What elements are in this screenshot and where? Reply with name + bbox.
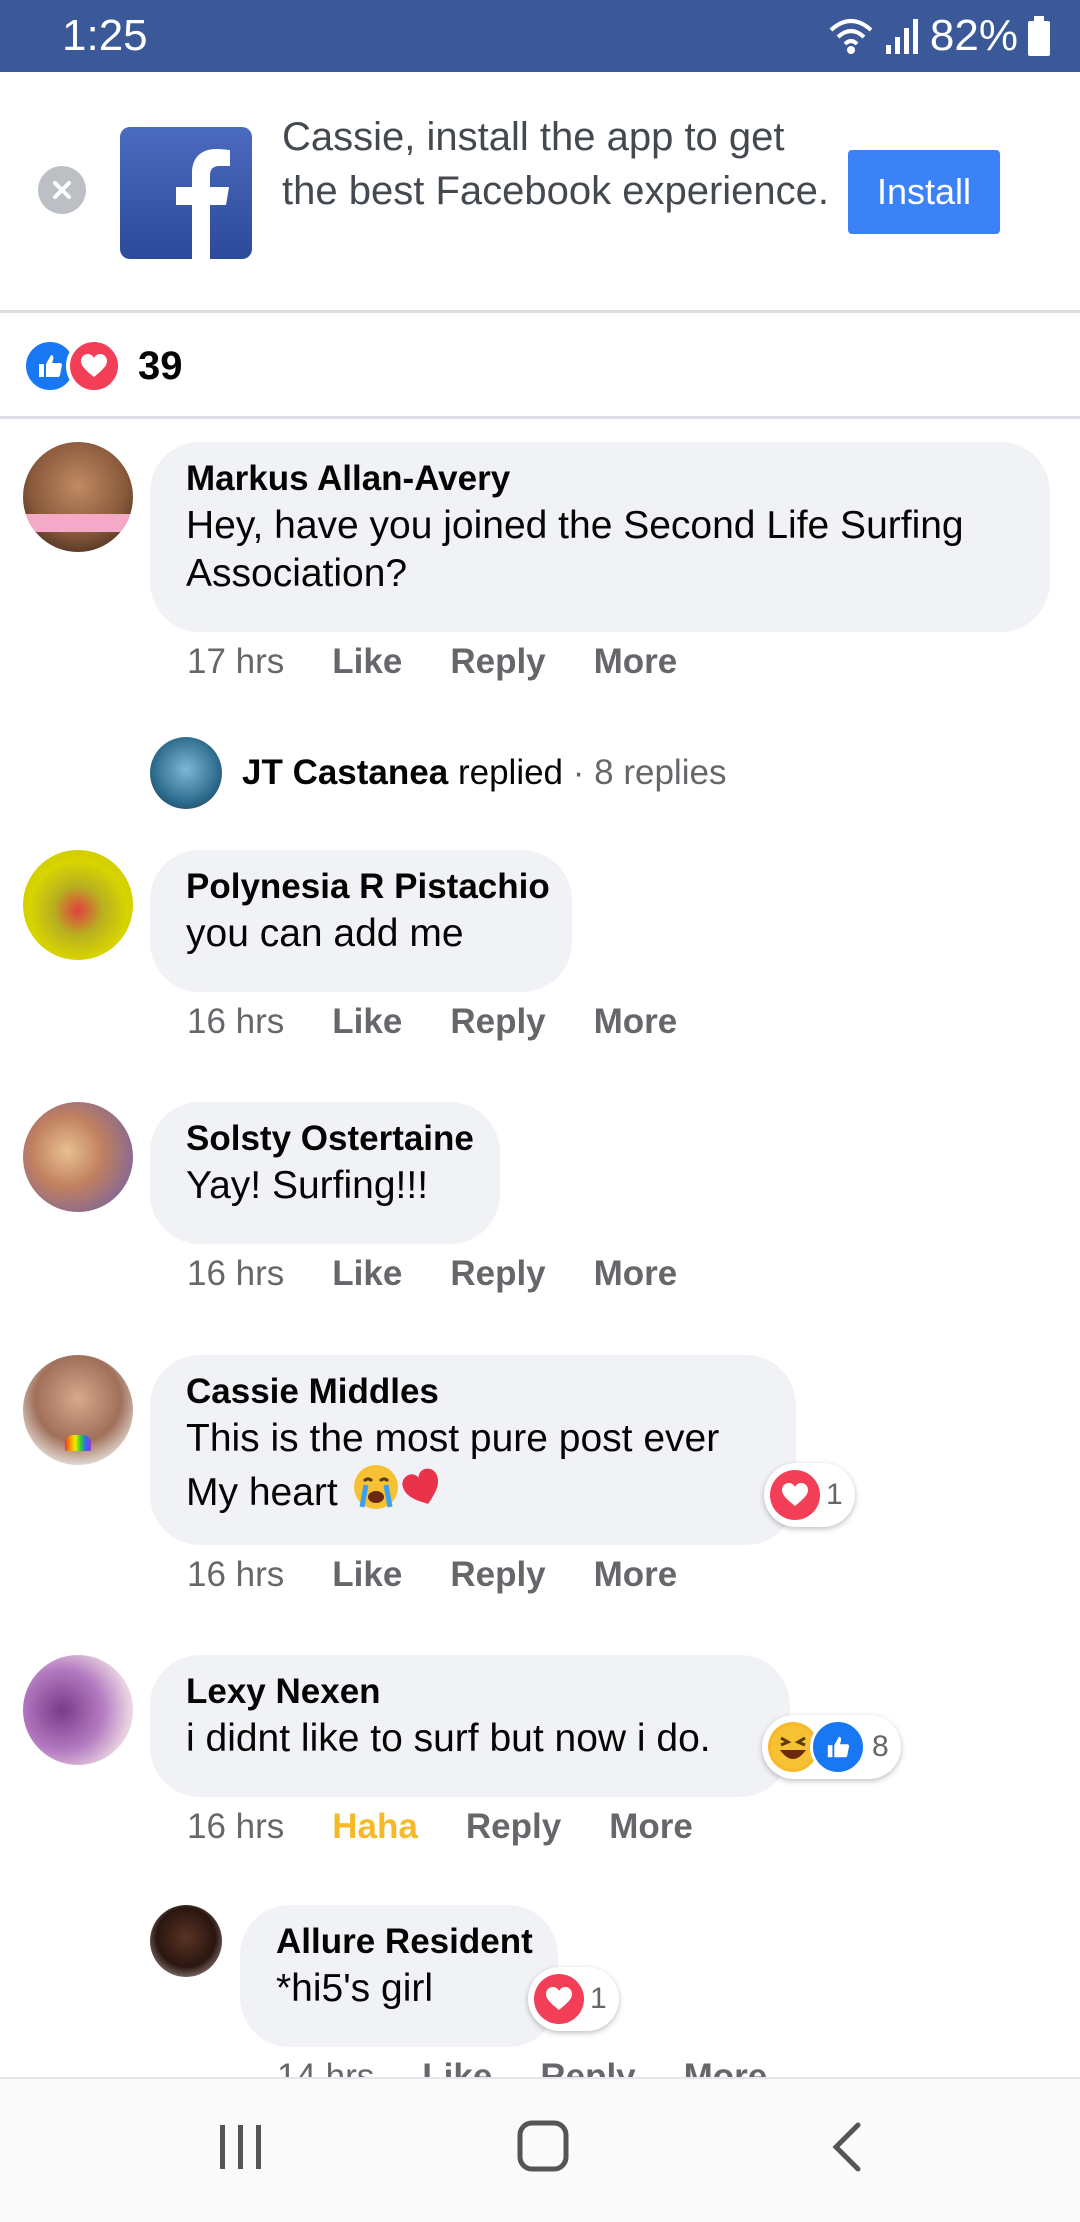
comment-text: *hi5's girl bbox=[276, 1967, 434, 2010]
comment-text: This is the most pure post ever bbox=[186, 1417, 720, 1460]
avatar[interactable] bbox=[23, 1355, 133, 1465]
back-icon[interactable] bbox=[826, 2121, 866, 2178]
crying-face-icon bbox=[352, 1463, 400, 1523]
wifi-icon bbox=[828, 16, 874, 56]
reaction-count: 1 bbox=[826, 1478, 843, 1511]
battery-percent: 82% bbox=[929, 11, 1018, 60]
like-button[interactable]: Like bbox=[332, 1555, 402, 1595]
close-icon[interactable] bbox=[38, 166, 86, 214]
status-bar: 1:25 82% bbox=[0, 0, 1080, 72]
signal-icon bbox=[884, 17, 920, 55]
comment-text: Hey, have you joined the Second Life Sur… bbox=[186, 504, 964, 595]
sparkling-heart-icon bbox=[400, 1465, 444, 1521]
like-icon bbox=[810, 1719, 866, 1775]
comment-author[interactable]: Allure Resident bbox=[276, 1919, 533, 1965]
comment-bubble: Solsty Ostertaine Yay! Surfing!!! bbox=[150, 1102, 500, 1244]
comment-author[interactable]: Markus Allan-Avery bbox=[186, 456, 1014, 502]
like-button[interactable]: Like bbox=[332, 642, 402, 682]
status-time: 1:25 bbox=[62, 11, 148, 60]
install-message: Cassie, install the app to get the best … bbox=[282, 115, 830, 213]
comment-text-line2: My heart bbox=[186, 1471, 338, 1514]
love-icon bbox=[770, 1470, 820, 1520]
recent-apps-icon[interactable] bbox=[216, 2121, 266, 2178]
battery-icon bbox=[1028, 16, 1050, 56]
reply-button[interactable]: Reply bbox=[450, 1254, 545, 1294]
haha-reaction-button[interactable]: Haha bbox=[332, 1807, 418, 1847]
replies-summary[interactable]: JT Castanea replied · 8 replies bbox=[150, 737, 726, 809]
reply-button[interactable]: Reply bbox=[450, 1002, 545, 1042]
comment-text: you can add me bbox=[186, 912, 464, 955]
comment-author[interactable]: Solsty Ostertaine bbox=[186, 1116, 474, 1162]
comment-time[interactable]: 16 hrs bbox=[187, 1555, 284, 1595]
comment-actions: 16 hrs Like Reply More bbox=[187, 1254, 677, 1294]
comment-text: Yay! Surfing!!! bbox=[186, 1164, 429, 1207]
install-button[interactable]: Install bbox=[848, 150, 1000, 234]
install-app-banner: Cassie, install the app to get the best … bbox=[0, 72, 1080, 313]
comment-reactions[interactable]: 1 bbox=[528, 1967, 619, 2031]
more-button[interactable]: More bbox=[594, 1002, 678, 1042]
status-icons: 82% bbox=[828, 10, 1050, 62]
comment-bubble: Lexy Nexen i didnt like to surf but now … bbox=[150, 1655, 790, 1797]
love-icon bbox=[66, 338, 122, 394]
system-navigation-bar bbox=[0, 2077, 1080, 2222]
reply-button[interactable]: Reply bbox=[466, 1807, 561, 1847]
comment-actions: 16 hrs Like Reply More bbox=[187, 1555, 677, 1595]
comment-time[interactable]: 16 hrs bbox=[187, 1254, 284, 1294]
comment-bubble: Polynesia R Pistachio you can add me bbox=[150, 850, 572, 992]
reply-count: 8 replies bbox=[594, 753, 727, 792]
comment-time[interactable]: 17 hrs bbox=[187, 642, 284, 682]
avatar[interactable] bbox=[23, 850, 133, 960]
avatar bbox=[150, 737, 222, 809]
comment-author[interactable]: Polynesia R Pistachio bbox=[186, 864, 550, 910]
avatar[interactable] bbox=[150, 1905, 222, 1977]
reply-verb: replied bbox=[457, 753, 564, 792]
comment-time[interactable]: 16 hrs bbox=[187, 1002, 284, 1042]
reaction-count: 1 bbox=[590, 1982, 607, 2015]
home-icon[interactable] bbox=[516, 2119, 570, 2178]
comment-actions: 17 hrs Like Reply More bbox=[187, 642, 677, 682]
comment-bubble: Allure Resident *hi5's girl bbox=[240, 1905, 558, 2047]
avatar[interactable] bbox=[23, 1102, 133, 1212]
like-button[interactable]: Like bbox=[332, 1002, 402, 1042]
more-button[interactable]: More bbox=[594, 1555, 678, 1595]
more-button[interactable]: More bbox=[609, 1807, 693, 1847]
comment-actions: 16 hrs Like Reply More bbox=[187, 1002, 677, 1042]
comment-actions: 16 hrs Haha Reply More bbox=[187, 1807, 693, 1847]
avatar[interactable] bbox=[23, 1655, 133, 1765]
reply-author: JT Castanea bbox=[242, 753, 449, 792]
comment-bubble: Cassie Middles This is the most pure pos… bbox=[150, 1355, 796, 1545]
love-icon bbox=[534, 1974, 584, 2024]
comment-time[interactable]: 16 hrs bbox=[187, 1807, 284, 1847]
reply-button[interactable]: Reply bbox=[450, 642, 545, 682]
reaction-summary[interactable]: 39 bbox=[22, 336, 183, 396]
reaction-count: 8 bbox=[872, 1730, 889, 1763]
comment-reactions[interactable]: 1 bbox=[764, 1463, 855, 1527]
reaction-count: 39 bbox=[138, 343, 183, 388]
comment-author[interactable]: Cassie Middles bbox=[186, 1369, 760, 1415]
comment-author[interactable]: Lexy Nexen bbox=[186, 1669, 754, 1715]
avatar[interactable] bbox=[23, 442, 133, 552]
comment-bubble: Markus Allan-Avery Hey, have you joined … bbox=[150, 442, 1050, 632]
comment-reactions[interactable]: 8 bbox=[762, 1715, 901, 1779]
more-button[interactable]: More bbox=[594, 1254, 678, 1294]
comment-text: i didnt like to surf but now i do. bbox=[186, 1717, 711, 1760]
reply-button[interactable]: Reply bbox=[450, 1555, 545, 1595]
more-button[interactable]: More bbox=[594, 642, 678, 682]
like-button[interactable]: Like bbox=[332, 1254, 402, 1294]
facebook-logo-icon bbox=[120, 127, 252, 259]
divider bbox=[0, 416, 1080, 419]
